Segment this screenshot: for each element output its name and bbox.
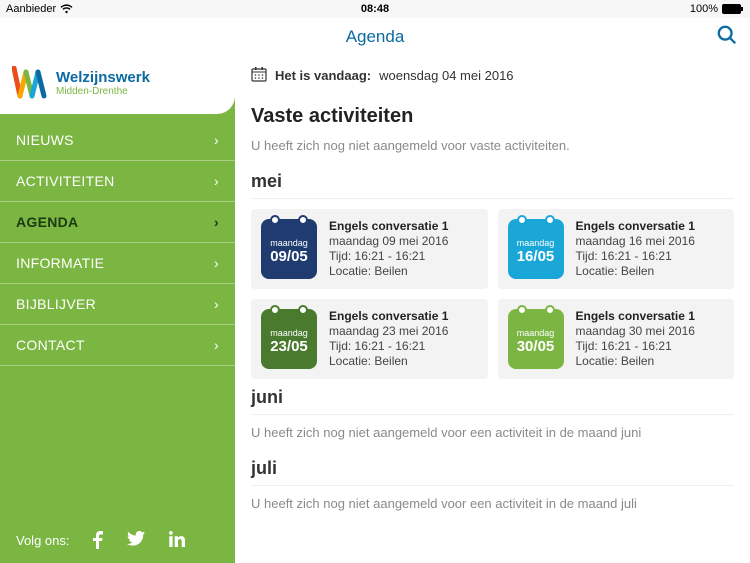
event-card[interactable]: maandag09/05 Engels conversatie 1maandag… [251,209,488,289]
calendar-icon [251,66,267,85]
sidebar-item-label: BIJBLIJVER [16,296,96,312]
event-date: maandag 16 mei 2016 [576,234,695,248]
date-dow: maandag [517,328,555,338]
event-time: Tijd: 16:21 - 16:21 [576,249,695,263]
date-badge: maandag16/05 [508,219,564,279]
juli-empty-text: U heeft zich nog niet aangemeld voor een… [251,496,734,511]
juni-empty-text: U heeft zich nog niet aangemeld voor een… [251,425,734,440]
month-juli-heading: juli [251,458,734,486]
wifi-icon [60,4,73,14]
date-badge: maandag30/05 [508,309,564,369]
vaste-empty-text: U heeft zich nog niet aangemeld voor vas… [251,138,734,153]
page-title: Agenda [346,27,405,47]
date-badge: maandag23/05 [261,309,317,369]
chevron-right-icon: › [214,214,219,230]
search-icon [716,24,738,46]
chevron-right-icon: › [214,255,219,271]
sidebar-item-label: NIEUWS [16,132,74,148]
event-title: Engels conversatie 1 [329,309,448,323]
follow-label: Volg ons: [16,533,70,548]
sidebar-item-activiteiten[interactable]: ACTIVITEITEN › [0,161,235,202]
sidebar: Welzijnswerk Midden-Drenthe NIEUWS › ACTI… [0,56,235,563]
event-card[interactable]: maandag16/05 Engels conversatie 1maandag… [498,209,735,289]
status-time: 08:48 [361,3,389,15]
event-title: Engels conversatie 1 [576,309,695,323]
event-date: maandag 30 mei 2016 [576,324,695,338]
sidebar-item-agenda[interactable]: AGENDA › [0,202,235,243]
sidebar-item-informatie[interactable]: INFORMATIE › [0,243,235,284]
event-date: maandag 09 mei 2016 [329,234,448,248]
event-title: Engels conversatie 1 [329,219,448,233]
month-mei-heading: mei [251,171,734,199]
status-bar: Aanbieder 08:48 100% [0,0,750,18]
date-badge: maandag09/05 [261,219,317,279]
sidebar-item-bijblijver[interactable]: BIJBLIJVER › [0,284,235,325]
content: Het is vandaag: woensdag 04 mei 2016 Vas… [235,56,750,563]
date-dd: 30/05 [517,338,555,355]
date-dow: maandag [270,238,308,248]
chevron-right-icon: › [214,337,219,353]
twitter-icon[interactable] [127,531,145,549]
logo-line2: Midden-Drenthe [56,86,150,97]
facebook-icon[interactable] [92,531,103,549]
sidebar-item-contact[interactable]: CONTACT › [0,325,235,366]
event-location: Locatie: Beilen [576,264,695,278]
event-time: Tijd: 16:21 - 16:21 [329,339,448,353]
carrier-label: Aanbieder [6,3,56,15]
events-grid-mei: maandag09/05 Engels conversatie 1maandag… [251,209,734,379]
date-dow: maandag [270,328,308,338]
battery-icon [722,4,744,14]
chevron-right-icon: › [214,132,219,148]
sidebar-item-label: CONTACT [16,337,85,353]
logo-text: Welzijnswerk Midden-Drenthe [56,69,150,97]
date-dd: 16/05 [517,248,555,265]
chevron-right-icon: › [214,173,219,189]
logo[interactable]: Welzijnswerk Midden-Drenthe [0,56,235,114]
search-button[interactable] [716,24,738,51]
event-card[interactable]: maandag30/05 Engels conversatie 1maandag… [498,299,735,379]
linkedin-icon[interactable] [169,531,185,549]
app-header: Agenda [0,18,750,56]
content-scroll[interactable]: Vaste activiteiten U heeft zich nog niet… [235,93,750,549]
sidebar-item-nieuws[interactable]: NIEUWS › [0,120,235,161]
event-date: maandag 23 mei 2016 [329,324,448,338]
event-location: Locatie: Beilen [576,354,695,368]
date-dow: maandag [517,238,555,248]
section-vaste-heading: Vaste activiteiten [251,105,734,128]
logo-line1: Welzijnswerk [56,69,150,86]
battery-label: 100% [690,3,718,15]
logo-mark-icon [12,66,48,100]
date-dd: 23/05 [270,338,308,355]
event-time: Tijd: 16:21 - 16:21 [576,339,695,353]
event-title: Engels conversatie 1 [576,219,695,233]
event-location: Locatie: Beilen [329,354,448,368]
sidebar-item-label: ACTIVITEITEN [16,173,115,189]
today-value: woensdag 04 mei 2016 [379,68,513,83]
event-time: Tijd: 16:21 - 16:21 [329,249,448,263]
sidebar-nav: NIEUWS › ACTIVITEITEN › AGENDA › INFORMATIE… [0,120,235,366]
sidebar-item-label: AGENDA [16,214,78,230]
event-card[interactable]: maandag23/05 Engels conversatie 1maandag… [251,299,488,379]
sidebar-item-label: INFORMATIE [16,255,104,271]
chevron-right-icon: › [214,296,219,312]
month-juni-heading: juni [251,387,734,415]
event-location: Locatie: Beilen [329,264,448,278]
date-dd: 09/05 [270,248,308,265]
today-row: Het is vandaag: woensdag 04 mei 2016 [235,56,750,93]
follow-row: Volg ons: [0,517,235,563]
today-label: Het is vandaag: [275,68,371,83]
